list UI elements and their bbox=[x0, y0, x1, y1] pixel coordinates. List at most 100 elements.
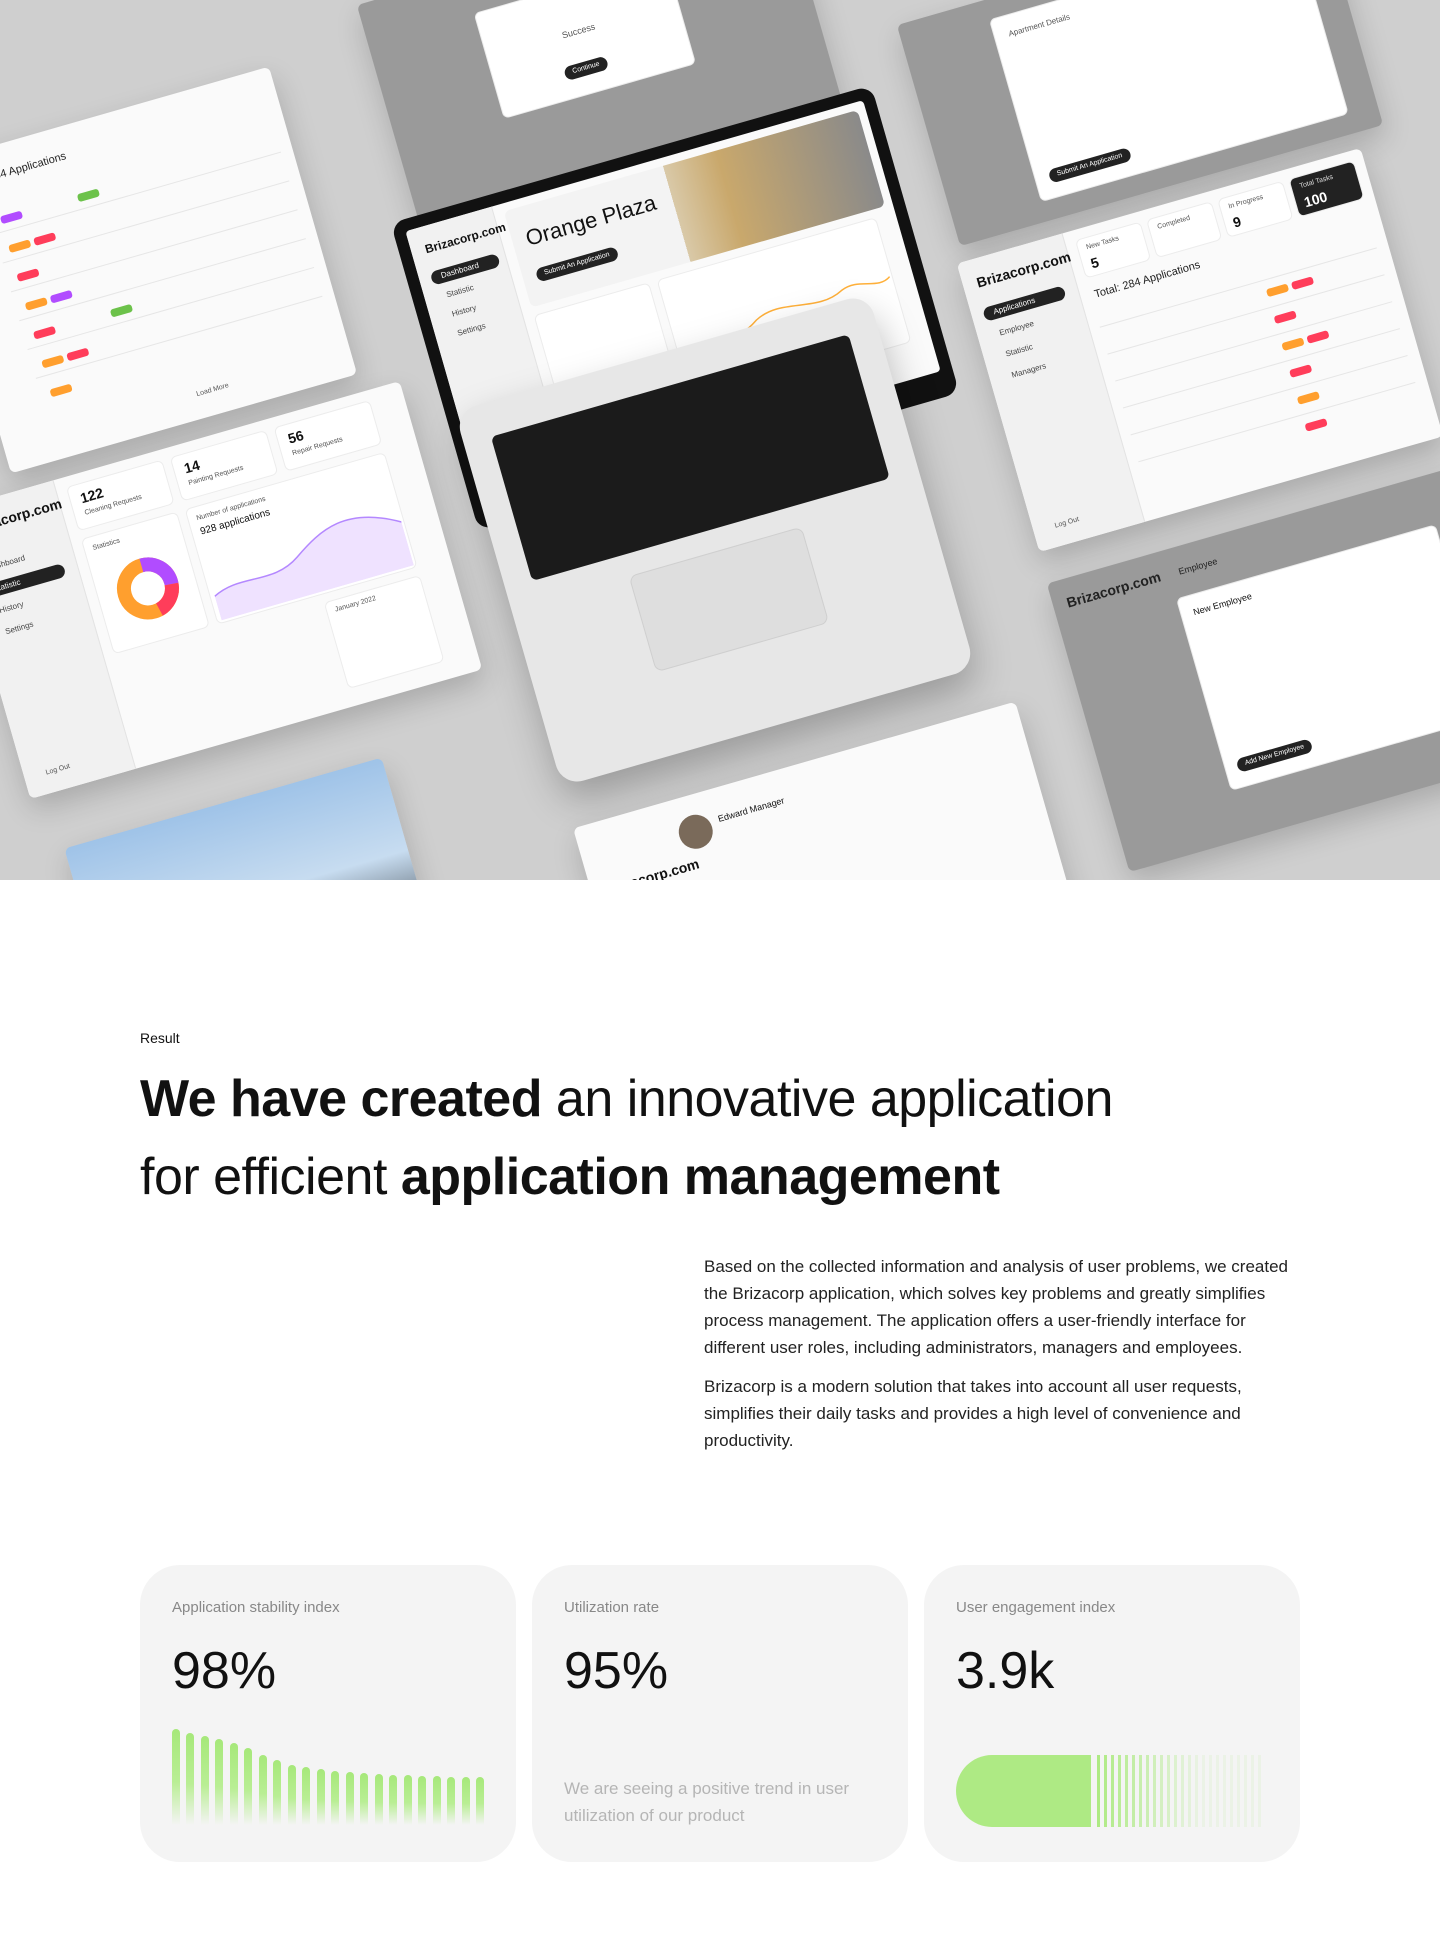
body-paragraph-2: Brizacorp is a modern solution that take… bbox=[704, 1377, 1242, 1450]
stability-bar bbox=[186, 1733, 194, 1825]
engagement-gauge bbox=[956, 1755, 1268, 1827]
stability-bar bbox=[418, 1776, 426, 1825]
engagement-stripe bbox=[1160, 1755, 1163, 1827]
engagement-stripe bbox=[1139, 1755, 1142, 1827]
section-eyebrow: Result bbox=[140, 1030, 180, 1046]
engagement-stripe bbox=[1104, 1755, 1107, 1827]
new-tasks-label: New Tasks bbox=[1085, 235, 1120, 252]
in-progress-label: In Progress bbox=[1227, 193, 1265, 211]
headline-bold-1: We have created bbox=[140, 1070, 542, 1128]
utilization-rate-value: 95% bbox=[564, 1642, 669, 1700]
stability-bar bbox=[447, 1777, 455, 1825]
total-tasks-label: Total Tasks bbox=[1298, 173, 1334, 191]
painting-requests-value: 14 bbox=[182, 456, 202, 477]
engagement-stripe bbox=[1223, 1755, 1226, 1827]
hero-mockup: 284 Applications Load More Success Conti… bbox=[0, 0, 1440, 880]
submit-application-button[interactable]: Submit An Application bbox=[1047, 147, 1132, 184]
headline-regular-2: for efficient bbox=[140, 1148, 401, 1206]
stability-bar bbox=[215, 1739, 223, 1825]
engagement-stripe bbox=[1146, 1755, 1149, 1827]
in-progress-value: 9 bbox=[1231, 213, 1243, 231]
engagement-stripe bbox=[1244, 1755, 1247, 1827]
stability-bar bbox=[273, 1760, 281, 1825]
laptop-trackpad bbox=[628, 526, 830, 673]
section-body: Based on the collected information and a… bbox=[704, 1253, 1304, 1454]
completed-label: Completed bbox=[1156, 214, 1192, 231]
stability-bar bbox=[259, 1755, 267, 1825]
stability-bar bbox=[201, 1736, 209, 1825]
stability-bar bbox=[360, 1773, 368, 1825]
engagement-stripe bbox=[1174, 1755, 1177, 1827]
utilization-rate-card: Utilization rate 95% We are seeing a pos… bbox=[532, 1565, 908, 1862]
stability-index-card: Application stability index 98% bbox=[140, 1565, 516, 1862]
engagement-stripe bbox=[1202, 1755, 1205, 1827]
engagement-index-label: User engagement index bbox=[956, 1599, 1116, 1616]
new-tasks-value: 5 bbox=[1088, 253, 1101, 272]
engagement-stripe bbox=[1237, 1755, 1240, 1827]
engagement-stripe bbox=[1097, 1755, 1100, 1827]
engagement-stripe bbox=[1251, 1755, 1254, 1827]
calendar-title: January 2022 bbox=[334, 595, 377, 614]
stability-index-label: Application stability index bbox=[172, 1599, 340, 1616]
avatar bbox=[674, 810, 717, 853]
engagement-stripe bbox=[1195, 1755, 1198, 1827]
repair-requests-value: 56 bbox=[286, 426, 306, 447]
engagement-stripe bbox=[1230, 1755, 1233, 1827]
stability-bar bbox=[288, 1765, 296, 1825]
stability-bar bbox=[331, 1771, 339, 1825]
stability-bar bbox=[317, 1769, 325, 1825]
stability-bar bbox=[346, 1772, 354, 1825]
stability-bar bbox=[244, 1748, 252, 1825]
manager-name: Edward Manager bbox=[716, 795, 786, 824]
manager-panel-brand: Brizacorp.com bbox=[603, 855, 701, 880]
applications-count: 284 Applications bbox=[0, 150, 68, 184]
engagement-stripe bbox=[1209, 1755, 1212, 1827]
engagement-stripe bbox=[1111, 1755, 1114, 1827]
stability-bar bbox=[302, 1767, 310, 1825]
statistics-donut-chart bbox=[116, 557, 179, 620]
add-new-employee-button[interactable]: Add New Employee bbox=[1235, 738, 1314, 773]
success-dialog: Success Continue bbox=[473, 0, 697, 119]
utilization-rate-note: We are seeing a positive trend in user u… bbox=[564, 1779, 850, 1825]
stability-bar bbox=[172, 1729, 180, 1825]
new-employee-title: New Employee bbox=[1192, 590, 1253, 618]
utilization-rate-label: Utilization rate bbox=[564, 1599, 660, 1616]
apartment-details-title: Apartment Details bbox=[1007, 12, 1072, 39]
engagement-stripe bbox=[1216, 1755, 1219, 1827]
load-more-link[interactable]: Load More bbox=[196, 382, 230, 398]
laptop-submit-button[interactable]: Submit An Application bbox=[534, 246, 620, 283]
stability-bar bbox=[389, 1775, 397, 1825]
continue-button[interactable]: Continue bbox=[563, 55, 610, 82]
engagement-gauge-fill bbox=[956, 1755, 1091, 1827]
stability-bar bbox=[230, 1743, 238, 1825]
stability-bar bbox=[375, 1774, 383, 1825]
engagement-stripe bbox=[1153, 1755, 1156, 1827]
statistics-label: Statistics bbox=[91, 537, 121, 552]
cleaning-requests-value: 122 bbox=[78, 484, 106, 507]
stability-bar bbox=[433, 1776, 441, 1825]
engagement-stripe bbox=[1188, 1755, 1191, 1827]
engagement-index-card: User engagement index 3.9k bbox=[924, 1565, 1300, 1862]
success-title: Success bbox=[560, 21, 597, 41]
stability-bar bbox=[404, 1775, 412, 1825]
engagement-stripe bbox=[1132, 1755, 1135, 1827]
engagement-stripe bbox=[1258, 1755, 1261, 1827]
building-photo bbox=[64, 757, 426, 880]
engagement-index-value: 3.9k bbox=[956, 1642, 1055, 1700]
engagement-stripe bbox=[1125, 1755, 1128, 1827]
employee-panel-brand: Brizacorp.com bbox=[1064, 568, 1163, 611]
employee-tab[interactable]: Employee bbox=[1177, 556, 1218, 577]
stability-bar bbox=[462, 1777, 470, 1825]
total-tasks-value: 100 bbox=[1302, 188, 1330, 211]
engagement-stripe bbox=[1181, 1755, 1184, 1827]
section-headline: We have created an innovative applicatio… bbox=[140, 1060, 1300, 1216]
body-paragraph-1: Based on the collected information and a… bbox=[704, 1257, 1288, 1357]
engagement-stripe bbox=[1167, 1755, 1170, 1827]
stability-bar bbox=[476, 1777, 484, 1825]
orange-plaza-title: Orange Plaza bbox=[522, 189, 659, 251]
headline-regular-1: an innovative application bbox=[541, 1070, 1114, 1128]
stability-index-value: 98% bbox=[172, 1642, 277, 1700]
engagement-stripe bbox=[1118, 1755, 1121, 1827]
headline-bold-2: application management bbox=[400, 1148, 1000, 1206]
stability-bar-chart bbox=[172, 1729, 484, 1825]
